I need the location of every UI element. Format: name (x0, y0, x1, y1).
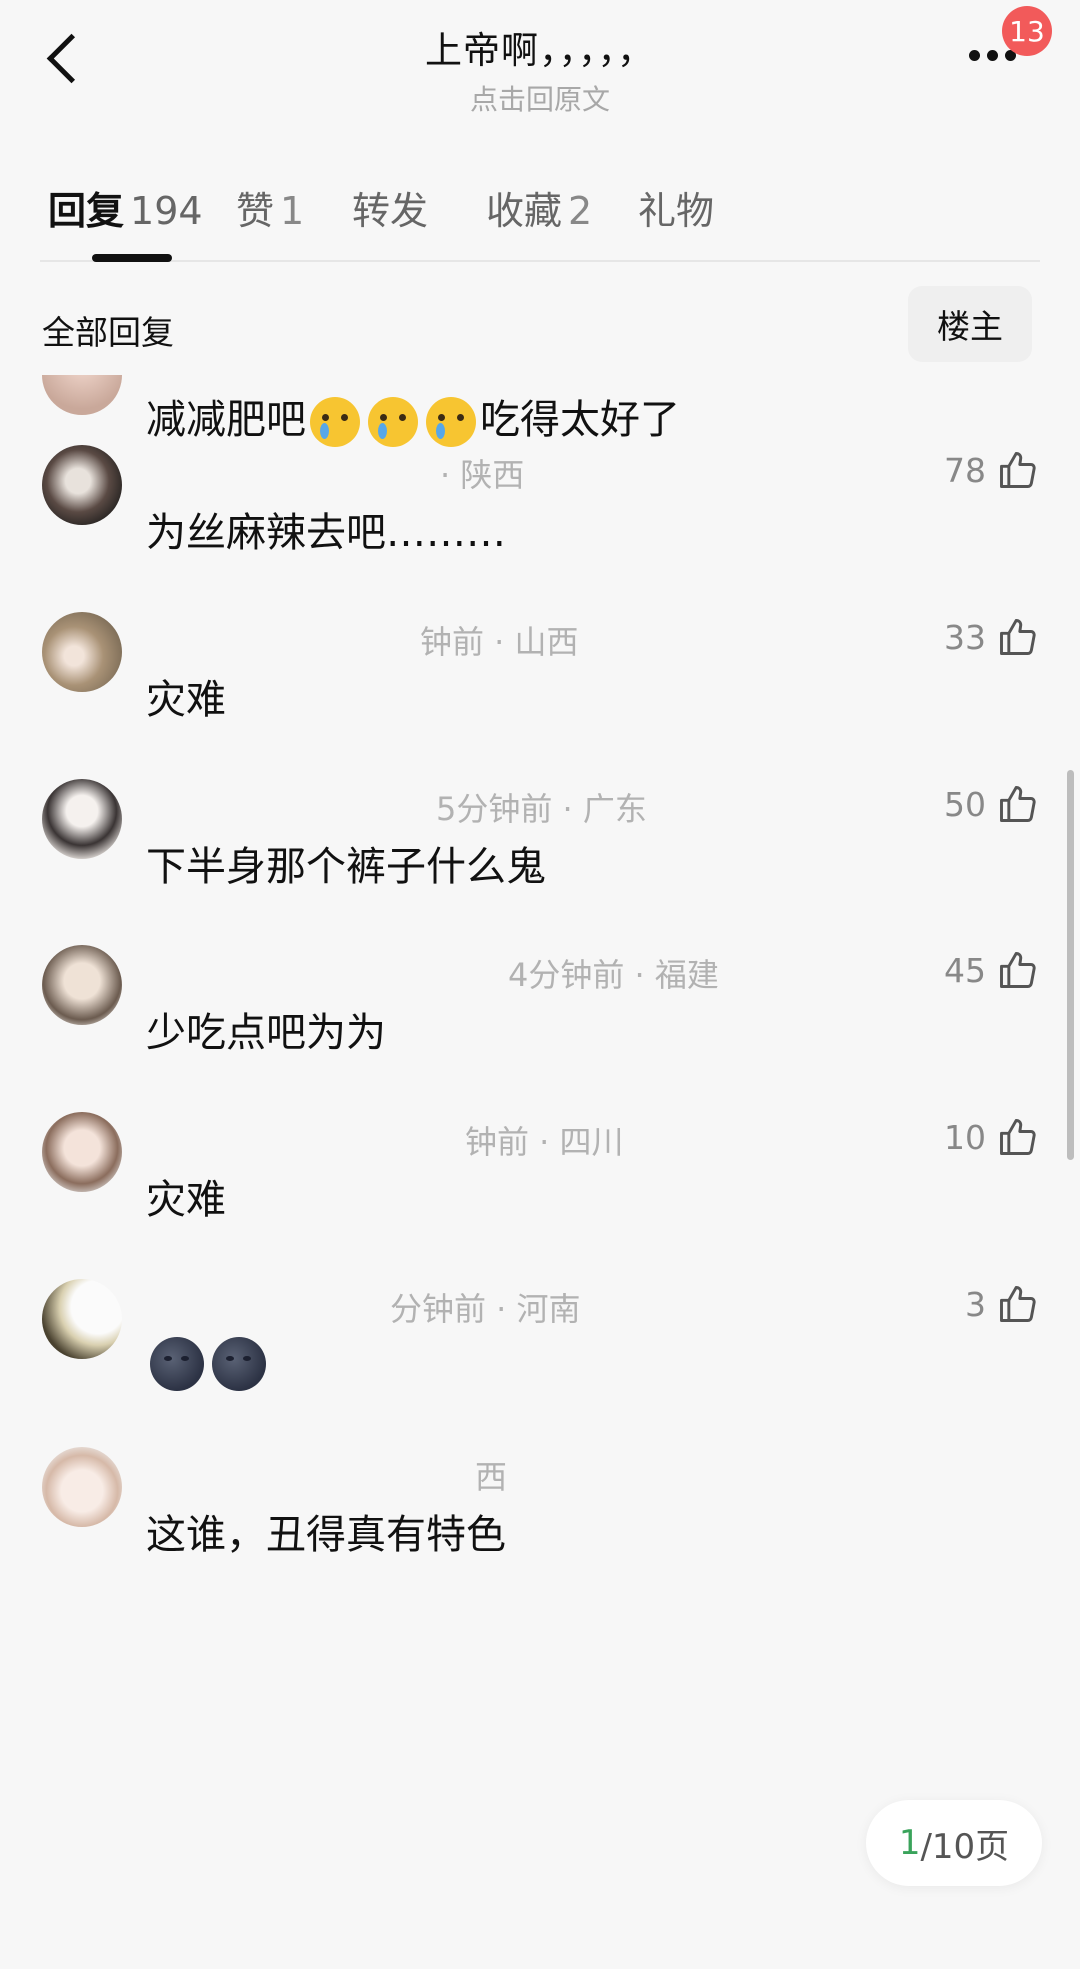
like-count: 3 (965, 1284, 986, 1324)
tab-reposts[interactable]: 转发 (352, 180, 428, 235)
back-icon[interactable] (40, 28, 90, 88)
tab-label: 礼物 (638, 189, 715, 233)
avatar[interactable] (42, 375, 122, 415)
like-button[interactable]: 45 (880, 945, 1040, 995)
thumbs-up-icon (1000, 786, 1036, 822)
tab-gifts[interactable]: 礼物 (638, 180, 714, 235)
owner-only-button[interactable]: 楼主 (908, 286, 1032, 362)
like-button[interactable]: 10 (880, 1112, 1040, 1162)
comment-meta: 西 (475, 1458, 508, 1496)
scrollbar[interactable] (1067, 770, 1074, 1160)
like-button[interactable]: 50 (880, 779, 1040, 829)
comment-text-part: 减减肥吧 (146, 397, 306, 443)
like-count: 50 (944, 784, 986, 824)
list-item[interactable]: 5分钟前 · 广东 50 下半身那个裤子什么鬼 (0, 779, 1080, 949)
comment-text: 灾难 (146, 1177, 226, 1223)
tab-bar: 回复 194 赞1 转发 收藏 2 礼物 (40, 150, 1040, 262)
list-item[interactable]: 钟前 · 山西 33 灾难 (0, 612, 1080, 782)
comment-meta: 5分钟前 · 广东 (436, 790, 647, 828)
like-count: 45 (944, 950, 986, 990)
filter-bar: 全部回复 楼主 (0, 282, 1080, 372)
comment-text-part: 吃得太好了 (480, 397, 680, 443)
page-total: /10页 (920, 1826, 1010, 1867)
comment-meta: 分钟前 · 河南 (390, 1290, 581, 1328)
comment-list[interactable]: 减减肥吧 吃得太好了 · 陕西 78 为丝麻辣去吧……… 钟前 · 山西 33 灾… (0, 375, 1080, 1969)
list-item[interactable]: 4分钟前 · 福建 45 少吃点吧为为 (0, 945, 1080, 1115)
new-moon-face-icon (212, 1337, 266, 1391)
avatar[interactable] (42, 445, 122, 525)
top-bar: 上帝啊，，，，， 点击回原文 13 (0, 0, 1080, 120)
page-title: 上帝啊，，，，， (425, 29, 655, 72)
page-indicator[interactable]: 1/10页 (866, 1800, 1042, 1886)
comment-text: 这谁，丑得真有特色 (146, 1512, 506, 1558)
thumbs-up-icon (1000, 452, 1036, 488)
avatar[interactable] (42, 1279, 122, 1359)
crying-face-icon (426, 397, 476, 447)
comment-text: 少吃点吧为为 (146, 1010, 386, 1056)
new-moon-face-icon (150, 1337, 204, 1391)
avatar[interactable] (42, 779, 122, 859)
avatar[interactable] (42, 612, 122, 692)
comment-meta: 4分钟前 · 福建 (508, 956, 719, 994)
tab-likes[interactable]: 赞1 (236, 180, 304, 235)
current-page: 1 (898, 1823, 921, 1863)
thumbs-up-icon (1000, 1286, 1036, 1322)
notification-badge: 13 (1002, 6, 1052, 56)
like-count: 10 (944, 1117, 986, 1157)
list-item[interactable]: 钟前 · 四川 10 灾难 (0, 1112, 1080, 1282)
comment-text: 为丝麻辣去吧……… (146, 510, 506, 556)
comment-meta: · 陕西 (440, 456, 525, 494)
like-count: 78 (944, 450, 986, 490)
like-button[interactable]: 78 (880, 445, 1040, 495)
back-to-original-link[interactable]: 点击回原文 (240, 78, 840, 118)
avatar[interactable] (42, 945, 122, 1025)
crying-face-icon (368, 397, 418, 447)
tab-label: 转发 (352, 189, 429, 233)
comment-text: 减减肥吧 吃得太好了 (146, 387, 680, 447)
comment-text (146, 1337, 270, 1391)
comment-text: 灾难 (146, 677, 226, 723)
comment-meta: 钟前 · 山西 (420, 623, 579, 661)
list-item[interactable]: 分钟前 · 河南 3 (0, 1279, 1080, 1449)
thumbs-up-icon (1000, 1119, 1036, 1155)
tab-label: 回复 (48, 189, 125, 233)
active-tab-indicator (92, 254, 172, 262)
comment-text: 下半身那个裤子什么鬼 (146, 844, 546, 890)
tab-label: 收藏 (486, 189, 563, 233)
tab-count: 1 (280, 189, 305, 233)
tab-count: 194 (130, 189, 203, 233)
like-button[interactable]: 33 (880, 612, 1040, 662)
avatar[interactable] (42, 1112, 122, 1192)
avatar[interactable] (42, 1447, 122, 1527)
thumbs-up-icon (1000, 619, 1036, 655)
tab-count: 2 (568, 189, 593, 233)
comment-meta: 钟前 · 四川 (465, 1123, 624, 1161)
tab-favorites[interactable]: 收藏 2 (486, 180, 592, 235)
list-item[interactable]: · 陕西 78 为丝麻辣去吧……… (0, 445, 1080, 615)
thumbs-up-icon (1000, 952, 1036, 988)
tab-label: 赞 (236, 189, 275, 233)
list-item[interactable]: 西 这谁，丑得真有特色 (0, 1447, 1080, 1617)
crying-face-icon (310, 397, 360, 447)
like-count: 33 (944, 617, 986, 657)
tab-replies[interactable]: 回复 194 (48, 180, 203, 235)
all-replies-filter[interactable]: 全部回复 (42, 306, 174, 354)
like-button[interactable]: 3 (880, 1279, 1040, 1329)
title-area[interactable]: 上帝啊，，，，， 点击回原文 (240, 20, 840, 118)
